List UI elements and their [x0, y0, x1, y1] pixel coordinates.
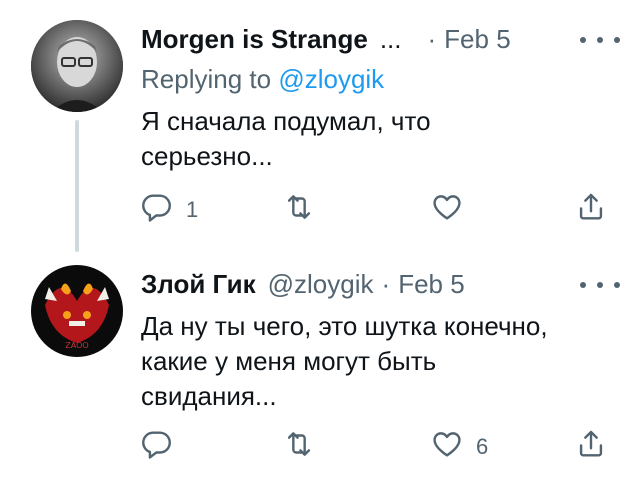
retweet-button[interactable]	[282, 427, 316, 467]
avatar-zloygik[interactable]: ZAOO	[31, 265, 123, 357]
separator-dot: ·	[381, 269, 391, 299]
tweet-2-actions: 6	[140, 427, 620, 467]
display-name[interactable]: Morgen is Strange	[141, 24, 368, 55]
share-icon	[574, 427, 608, 467]
like-icon	[430, 190, 464, 230]
more-icon[interactable]	[580, 30, 620, 50]
reply-icon	[140, 190, 174, 230]
tweet-2-header: Злой Гик @zloygik · Feb 5	[141, 269, 465, 300]
display-name[interactable]: Злой Гик	[141, 269, 256, 300]
tweet-1-header: Morgen is Strange ... · Feb 5	[141, 24, 511, 55]
like-button[interactable]	[430, 190, 476, 230]
tweet-date[interactable]: Feb 5	[398, 269, 465, 300]
name-truncation: ...	[379, 24, 402, 54]
avatar-logo-text: ZAOO	[65, 341, 88, 350]
retweet-icon	[282, 427, 316, 467]
retweet-button[interactable]	[282, 190, 316, 230]
share-icon	[574, 190, 608, 230]
replying-to: Replying to @zloygik	[141, 64, 384, 95]
tweet-2-text: Да ну ты чего, это шутка конечно, какие …	[141, 311, 548, 411]
like-icon	[430, 427, 464, 467]
tweet-1-text: Я сначала подумал, что серьезно...	[141, 106, 431, 171]
thread-connector-line	[75, 120, 79, 252]
retweet-icon	[282, 190, 316, 230]
reply-count: 1	[186, 197, 199, 222]
replying-to-mention[interactable]: @zloygik	[278, 64, 384, 94]
like-button[interactable]: 6	[430, 427, 488, 467]
like-count: 6	[476, 434, 489, 459]
more-icon[interactable]	[580, 275, 620, 295]
replying-to-label: Replying to	[141, 64, 272, 94]
reply-icon	[140, 427, 174, 467]
tweet-date[interactable]: Feb 5	[444, 24, 511, 55]
reply-button[interactable]: 1	[140, 190, 198, 230]
avatar-morgen[interactable]	[31, 20, 123, 112]
share-button[interactable]	[574, 190, 608, 230]
user-handle[interactable]: @zloygik	[268, 269, 374, 300]
separator-dot: ·	[427, 24, 437, 54]
tweet-1-actions: 1	[140, 190, 620, 230]
share-button[interactable]	[574, 427, 608, 467]
reply-button[interactable]	[140, 427, 186, 467]
